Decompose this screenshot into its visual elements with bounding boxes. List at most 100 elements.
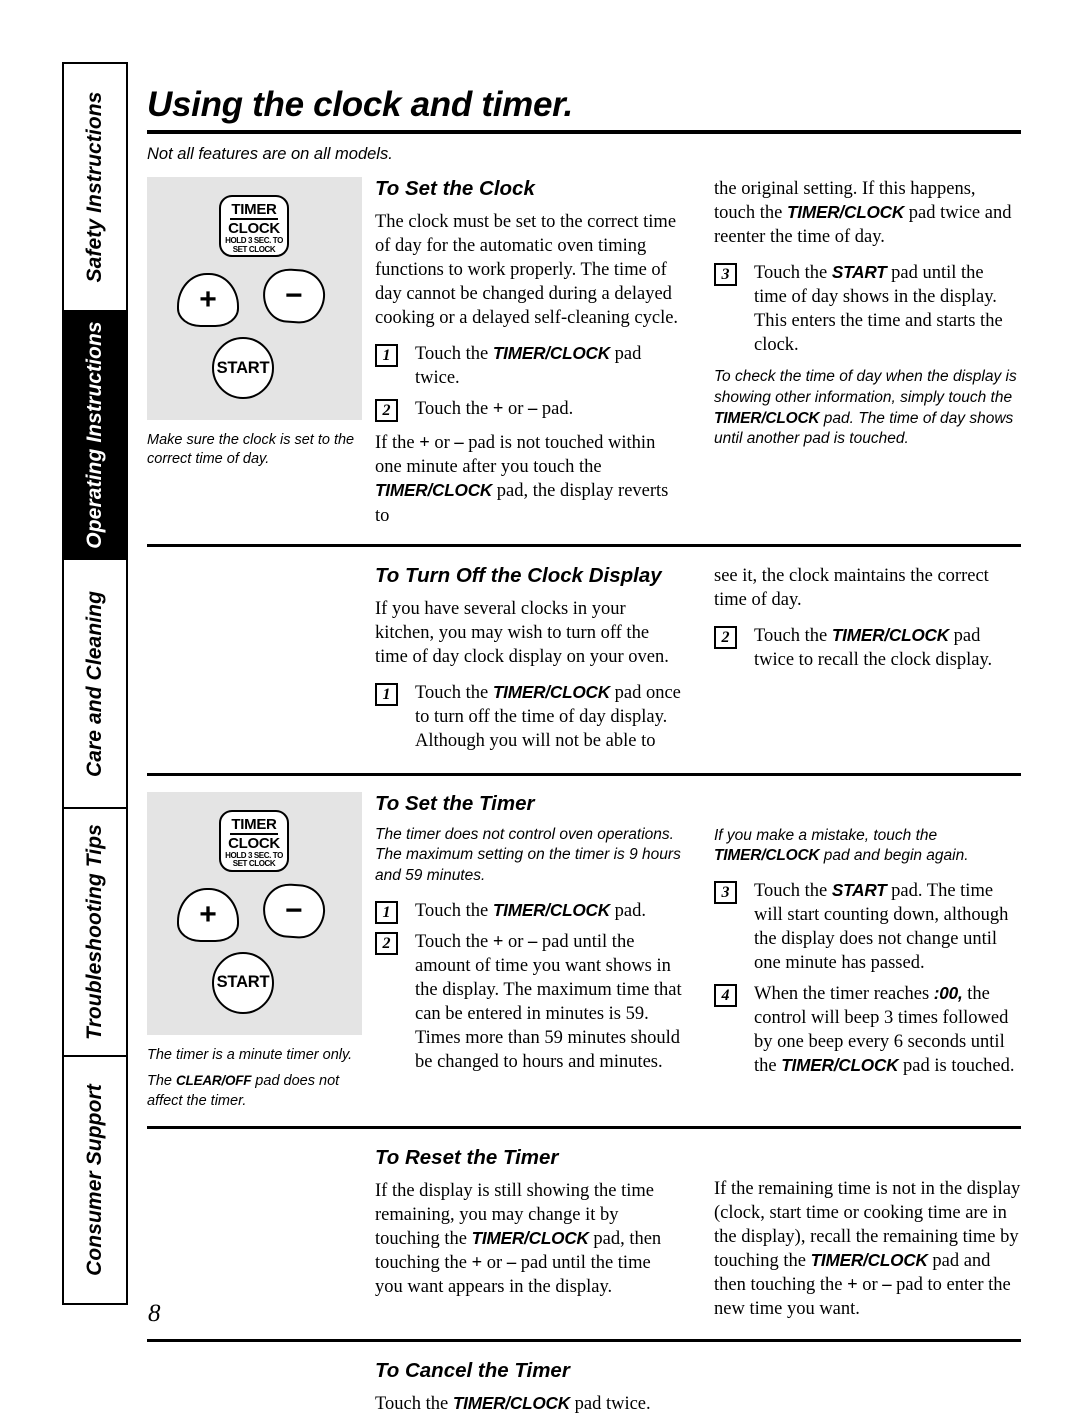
set-clock-right-column: the original setting. If this happens, t…	[704, 177, 1021, 540]
sidebar-item-consumer-support[interactable]: Consumer Support	[64, 1056, 126, 1304]
minus-pad-icon[interactable]: −	[261, 266, 327, 326]
hold-instruction-line2: SET CLOCK	[232, 859, 276, 869]
reset-timer-left-body: If the display is still showing the time…	[375, 1179, 682, 1299]
plus-glyph: +	[199, 897, 217, 931]
pad-name: TIMER/CLOCK	[471, 1228, 589, 1249]
step-text-mid: or	[503, 399, 529, 420]
turn-off-steps: 1 Touch the TIMER/CLOCK pad once to turn…	[375, 681, 682, 753]
page-number: 8	[148, 1300, 161, 1327]
section-divider	[147, 1339, 1021, 1343]
turn-off-left-column: To Turn Off the Clock Display If you hav…	[375, 564, 704, 763]
pad-name: START	[831, 262, 887, 283]
section-turn-off-clock-display: To Turn Off the Clock Display If you hav…	[147, 564, 1021, 763]
pad-name: TIMER/CLOCK	[781, 1055, 899, 1076]
set-clock-followup: If the + or – pad is not touched within …	[375, 431, 682, 527]
step-text-a: Touch the	[415, 900, 493, 921]
plus-symbol: +	[492, 399, 504, 420]
sidebar-item-label: Troubleshooting Tips	[83, 823, 106, 1040]
turn-off-display-text: To Turn Off the Clock Display If you hav…	[375, 564, 1021, 763]
clock-label: CLOCK	[228, 834, 280, 852]
step-text-mid: or	[503, 931, 529, 952]
minus-symbol: –	[528, 399, 538, 420]
section-set-the-clock: TIMER CLOCK HOLD 3 SEC. TO SET CLOCK + −…	[147, 177, 1021, 540]
pad-name: TIMER/CLOCK	[831, 624, 949, 645]
pad-name: TIMER/CLOCK	[375, 480, 493, 501]
plus-glyph: +	[199, 283, 217, 316]
section-reset-the-timer: To Reset the Timer If the display is sti…	[147, 1146, 1021, 1333]
section-heading: To Reset the Timer	[375, 1146, 559, 1170]
sidebar-item-operating-instructions[interactable]: Operating Instructions	[64, 312, 126, 561]
section-heading: To Cancel the Timer	[375, 1359, 570, 1383]
followup-mid: or	[429, 433, 455, 454]
section-divider	[147, 772, 1021, 776]
step-item: 1 Touch the TIMER/CLOCK pad.	[375, 899, 682, 924]
reset-timer-right-column: If the remaining time is not in the disp…	[704, 1146, 1021, 1333]
page-title: Using the clock and timer.	[147, 85, 573, 124]
step-number: 2	[375, 399, 398, 423]
turn-off-steps-continued: 2 Touch the TIMER/CLOCK pad twice to rec…	[714, 624, 1021, 672]
minus-symbol: –	[506, 1253, 517, 1274]
followup-a: If the	[375, 433, 420, 454]
hold-instruction-line2: SET CLOCK	[232, 244, 276, 254]
step-number: 1	[375, 344, 398, 368]
set-clock-note: To check the time of day when the displa…	[714, 367, 1021, 449]
set-timer-text: To Set the Timer The timer does not cont…	[375, 792, 1021, 1089]
step-text-a: Touch the	[754, 625, 832, 646]
step-item: 4 When the timer reaches :00, the contro…	[714, 982, 1021, 1078]
minus-symbol: –	[454, 433, 464, 454]
caption-line-1: The timer is a minute timer only.	[147, 1046, 353, 1063]
section-heading: To Set the Timer	[375, 791, 535, 815]
control-panel-illustration: TIMER CLOCK HOLD 3 SEC. TO SET CLOCK + −…	[147, 177, 362, 420]
turn-off-right-column: see it, the clock maintains the correct …	[704, 564, 1021, 763]
plus-symbol: +	[847, 1275, 858, 1296]
cancel-timer-right-column	[704, 1359, 1021, 1428]
timer-label: TIMER	[230, 201, 278, 220]
figure-caption: Make sure the clock is set to the correc…	[147, 431, 361, 470]
set-timer-steps-continued: 3 Touch the START pad. The time will sta…	[714, 879, 1021, 1078]
sidebar-item-label: Care and Cleaning	[83, 590, 106, 777]
page-content: Using the clock and timer. Not all featu…	[147, 62, 1021, 1428]
cancel-timer-left-column: To Cancel the Timer Touch the TIMER/CLOC…	[375, 1359, 704, 1428]
step-number: 2	[375, 931, 398, 955]
section-intro: The clock must be set to the correct tim…	[375, 212, 679, 329]
step-text-a: Touch the	[754, 881, 832, 902]
sidebar-item-label: Operating Instructions	[83, 321, 106, 549]
timer-zero-value: :00,	[933, 983, 963, 1004]
control-panel-illustration: TIMER CLOCK HOLD 3 SEC. TO SET CLOCK + −…	[147, 791, 362, 1035]
title-divider	[147, 130, 1021, 134]
start-label: START	[216, 358, 270, 377]
step-text-a: Touch the	[415, 344, 493, 365]
timer-clock-pad-icon[interactable]: TIMER CLOCK HOLD 3 SEC. TO SET CLOCK	[219, 809, 289, 872]
step-item: 1 Touch the TIMER/CLOCK pad once to turn…	[375, 681, 682, 753]
set-clock-steps: 1 Touch the TIMER/CLOCK pad twice. 2 Tou…	[375, 342, 682, 423]
page-subtitle: Not all features are on all models.	[147, 145, 393, 163]
step-number: 4	[714, 984, 737, 1008]
step-item: 2 Touch the + or – pad until the amount …	[375, 930, 682, 1074]
caption-line-2: The CLEAR/OFF pad does not affect the ti…	[147, 1072, 361, 1111]
start-pad-icon[interactable]: START	[212, 951, 274, 1014]
sidebar-tab-rail: Safety Instructions Operating Instructio…	[62, 62, 128, 1305]
set-clock-continued: the original setting. If this happens, t…	[714, 177, 1021, 249]
pad-name: TIMER/CLOCK	[810, 1250, 928, 1271]
timer-clock-pad-icon[interactable]: TIMER CLOCK HOLD 3 SEC. TO SET CLOCK	[219, 195, 289, 257]
step-text-a: Touch the	[754, 263, 832, 284]
reset-timer-text: To Reset the Timer If the display is sti…	[375, 1146, 1021, 1333]
plus-pad-icon[interactable]: +	[177, 273, 239, 327]
pad-name: TIMER/CLOCK	[786, 202, 905, 223]
sidebar-item-troubleshooting-tips[interactable]: Troubleshooting Tips	[64, 808, 126, 1057]
step-item: 2 Touch the + or – pad.	[375, 397, 682, 423]
pad-name: TIMER/CLOCK	[714, 847, 820, 865]
step-number: 3	[714, 263, 737, 287]
sidebar-item-safety-instructions[interactable]: Safety Instructions	[64, 64, 126, 313]
minus-glyph: −	[285, 893, 303, 927]
section-cancel-the-timer: To Cancel the Timer Touch the TIMER/CLOC…	[147, 1359, 1021, 1428]
step-number: 3	[714, 881, 737, 905]
start-pad-icon[interactable]: START	[212, 337, 274, 399]
minus-pad-icon[interactable]: −	[261, 881, 327, 940]
section-set-the-timer: TIMER CLOCK HOLD 3 SEC. TO SET CLOCK + −…	[147, 791, 1021, 1118]
plus-symbol: +	[492, 931, 504, 952]
sidebar-item-care-and-cleaning[interactable]: Care and Cleaning	[64, 560, 126, 809]
section-divider	[147, 1126, 1021, 1130]
set-clock-steps-continued: 3 Touch the START pad until the time of …	[714, 261, 1021, 357]
plus-pad-icon[interactable]: +	[177, 887, 239, 942]
